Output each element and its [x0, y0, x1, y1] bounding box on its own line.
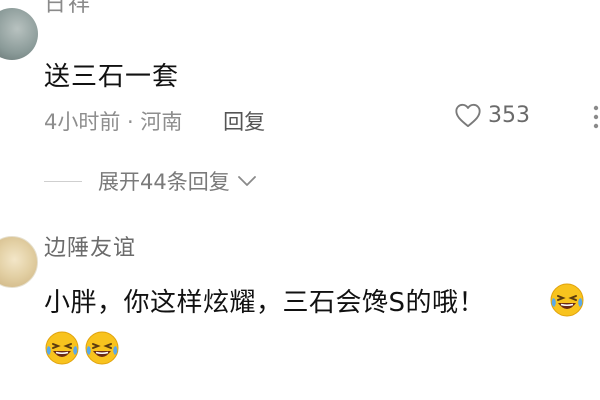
like-button[interactable]: 353 [454, 102, 530, 128]
expand-replies-label: 展开44条回复 [98, 170, 230, 194]
avatar[interactable] [0, 236, 38, 288]
comment-username[interactable]: 边陲友谊 [44, 230, 136, 262]
laughing-crying-emoji-icon [45, 331, 79, 365]
laughing-crying-emoji-icon [550, 283, 584, 317]
divider [44, 180, 82, 182]
more-vertical-icon[interactable] [584, 104, 600, 130]
laughing-crying-emoji-icon [85, 331, 119, 365]
avatar[interactable] [0, 8, 38, 60]
expand-replies-button[interactable]: 展开44条回复 [44, 166, 258, 196]
chevron-down-icon [237, 176, 256, 186]
heart-outline-icon [455, 103, 481, 128]
comment-text: 小胖，你这样炫耀，三石会馋S的哦！ [44, 288, 486, 318]
like-count: 353 [488, 102, 530, 128]
comment-meta: 4小时前 · 河南 回复 [44, 106, 265, 136]
comment-text: 送三石一套 [44, 62, 180, 92]
comment-time-location: 4小时前 · 河南 [44, 110, 183, 134]
comment-username-cropped: 日祥 [44, 0, 93, 17]
reply-button[interactable]: 回复 [223, 110, 265, 134]
